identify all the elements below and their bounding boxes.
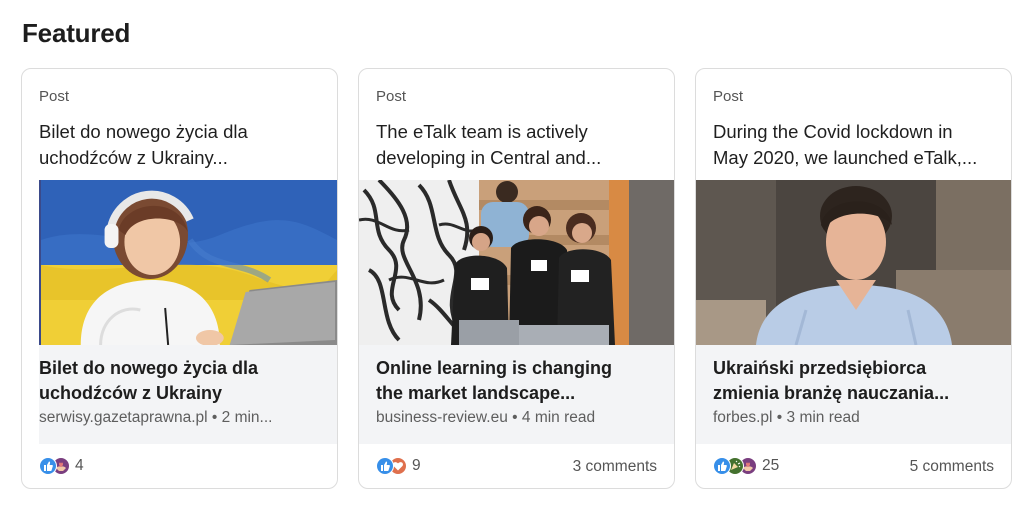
post-type-label: Post	[376, 88, 407, 105]
article-meta: business-review.eu • 4 min read	[376, 407, 658, 429]
article-thumbnail	[359, 180, 674, 345]
article-title[interactable]: uchodźców z Ukrainy	[39, 381, 321, 406]
meta-separator: •	[512, 409, 518, 426]
reaction-count: 4	[75, 457, 84, 474]
article-title[interactable]: Online learning is changing	[376, 356, 658, 381]
article-source: forbes.pl	[713, 409, 773, 426]
article-thumbnail	[696, 180, 1011, 345]
article-source: business-review.eu	[376, 409, 508, 426]
like-icon	[376, 457, 394, 475]
excerpt-line: developing in Central and...	[376, 147, 602, 168]
article-title[interactable]: Ukraiński przedsiębiorca	[713, 356, 995, 381]
article-text: Online learning is changing the market l…	[376, 356, 658, 429]
social-counts: 9 3 comments	[359, 444, 674, 488]
reactions-summary[interactable]: 9	[376, 456, 421, 476]
article-title[interactable]: the market landscape...	[376, 381, 658, 406]
article-read-time: 2 min...	[221, 409, 273, 426]
article-preview[interactable]: Bilet do nowego życia dla uchodźców z Uk…	[39, 180, 337, 444]
excerpt-line: During the Covid lockdown in	[713, 121, 953, 142]
post-type-label: Post	[713, 88, 744, 105]
comments-count[interactable]: 3 comments	[573, 458, 657, 476]
post-excerpt[interactable]: The eTalk team is actively developing in…	[376, 119, 660, 171]
article-title[interactable]: Bilet do nowego życia dla	[39, 356, 321, 381]
article-read-time: 3 min read	[786, 409, 860, 426]
excerpt-line: May 2020, we launched eTalk,...	[713, 147, 978, 168]
article-text: Ukraiński przedsiębiorca zmienia branżę …	[713, 356, 995, 429]
post-type-label: Post	[39, 88, 70, 105]
comments-count[interactable]: 5 comments	[910, 458, 994, 476]
article-meta: forbes.pl • 3 min read	[713, 407, 995, 429]
social-counts: 4	[22, 444, 337, 488]
post-excerpt[interactable]: Bilet do nowego życia dla uchodźców z Uk…	[39, 119, 323, 171]
article-source: serwisy.gazetaprawna.pl	[39, 409, 208, 426]
section-title: Featured	[22, 18, 131, 48]
article-thumbnail	[39, 180, 337, 345]
reactions-summary[interactable]: 25	[713, 456, 779, 476]
excerpt-line: Bilet do nowego życia dla	[39, 121, 248, 142]
article-read-time: 4 min read	[521, 409, 596, 426]
featured-card[interactable]: Post During the Covid lockdown in May 20…	[695, 68, 1012, 489]
meta-separator: •	[211, 409, 218, 426]
featured-card[interactable]: Post Bilet do nowego życia dla uchodźców…	[21, 68, 338, 489]
excerpt-line: The eTalk team is actively	[376, 121, 588, 142]
like-icon	[39, 457, 57, 475]
article-text: Bilet do nowego życia dla uchodźców z Uk…	[39, 356, 321, 429]
article-title[interactable]: zmienia branżę nauczania...	[713, 381, 995, 406]
post-excerpt[interactable]: During the Covid lockdown in May 2020, w…	[713, 119, 997, 171]
like-icon	[713, 457, 731, 475]
featured-card[interactable]: Post The eTalk team is actively developi…	[358, 68, 675, 489]
article-meta: serwisy.gazetaprawna.pl • 2 min...	[39, 407, 321, 429]
social-counts: 25 5 comments	[696, 444, 1011, 488]
excerpt-line: uchodźców z Ukrainy...	[39, 147, 228, 168]
meta-separator: •	[776, 409, 783, 426]
reaction-count: 25	[762, 457, 780, 474]
reaction-count: 9	[412, 457, 421, 474]
article-preview[interactable]: Online learning is changing the market l…	[359, 180, 674, 444]
reactions-summary[interactable]: 4	[39, 456, 84, 476]
article-preview[interactable]: Ukraiński przedsiębiorca zmienia branżę …	[696, 180, 1011, 444]
